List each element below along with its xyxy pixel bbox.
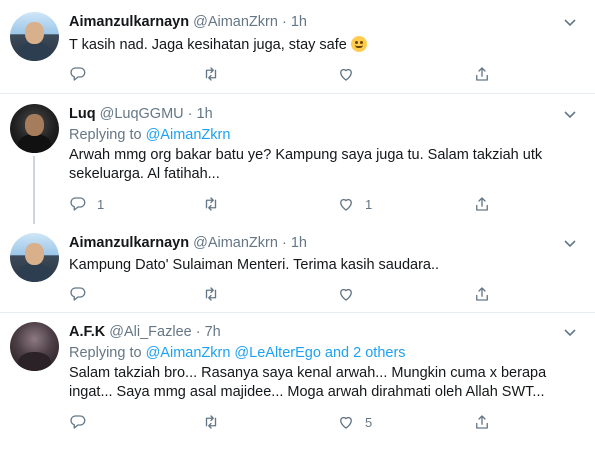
chevron-down-icon[interactable] bbox=[562, 106, 578, 122]
separator-dot: · bbox=[195, 324, 201, 340]
share-button[interactable] bbox=[473, 194, 491, 214]
tweet-header: Aimanzulkarnayn @AimanZkrn · 1h bbox=[69, 13, 307, 31]
replying-to: Replying to @AimanZkrn @LeAlterEgo and 2… bbox=[69, 344, 406, 362]
avatar-face bbox=[25, 243, 44, 265]
user-handle[interactable]: @AimanZkrn bbox=[193, 235, 278, 251]
like-button[interactable]: 1 bbox=[337, 194, 372, 214]
tweet-actions: 5 bbox=[69, 412, 509, 432]
like-icon bbox=[340, 198, 352, 211]
share-button[interactable] bbox=[473, 412, 491, 432]
tweet-actions bbox=[69, 64, 509, 84]
avatar-face bbox=[25, 114, 44, 136]
retweet-icon bbox=[205, 197, 217, 211]
chevron-down-icon[interactable] bbox=[562, 14, 578, 30]
like-count: 5 bbox=[365, 414, 373, 430]
timestamp[interactable]: 1h bbox=[197, 106, 213, 122]
tweet-header: Aimanzulkarnayn @AimanZkrn · 1h bbox=[69, 234, 307, 252]
tweet-actions bbox=[69, 284, 509, 304]
avatar-figure bbox=[18, 134, 51, 153]
timestamp[interactable]: 7h bbox=[205, 324, 221, 340]
tweet-text: Arwah mmg org bakar batu ye? Kampung say… bbox=[69, 147, 543, 182]
retweet-button[interactable] bbox=[202, 284, 230, 304]
share-icon bbox=[476, 287, 488, 301]
retweet-button[interactable] bbox=[202, 194, 230, 214]
tweet-actions: 1 1 bbox=[69, 194, 509, 214]
retweet-button[interactable] bbox=[202, 412, 230, 432]
user-handle[interactable]: @Ali_Fazlee bbox=[109, 324, 191, 340]
reply-button[interactable]: 1 bbox=[69, 194, 104, 214]
like-button[interactable]: 5 bbox=[337, 412, 372, 432]
retweet-button[interactable] bbox=[202, 64, 230, 84]
avatar-figure bbox=[18, 263, 51, 282]
avatar[interactable] bbox=[10, 233, 59, 282]
replying-to-link[interactable]: @AimanZkrn @LeAlterEgo and 2 others bbox=[146, 345, 406, 361]
reply-button[interactable] bbox=[69, 412, 97, 432]
replying-to-label: Replying to bbox=[69, 345, 142, 361]
like-icon bbox=[340, 288, 352, 301]
display-name[interactable]: Aimanzulkarnayn bbox=[69, 14, 189, 30]
separator-dot: · bbox=[187, 106, 193, 122]
share-icon bbox=[476, 197, 488, 211]
tweet-1[interactable]: Aimanzulkarnayn @AimanZkrn · 1h T kasih … bbox=[0, 0, 595, 93]
like-button[interactable] bbox=[337, 284, 365, 304]
reply-icon bbox=[70, 197, 86, 211]
user-handle[interactable]: @LuqGGMU bbox=[100, 106, 184, 122]
display-name[interactable]: Luq bbox=[69, 106, 96, 122]
thread-line bbox=[33, 156, 35, 224]
tweet-3[interactable]: Aimanzulkarnayn @AimanZkrn · 1h Kampung … bbox=[0, 224, 595, 312]
like-button[interactable] bbox=[337, 64, 365, 84]
share-icon bbox=[476, 67, 488, 81]
chevron-down-icon[interactable] bbox=[562, 324, 578, 340]
user-handle[interactable]: @AimanZkrn bbox=[193, 14, 278, 30]
reply-icon bbox=[70, 67, 86, 81]
separator-dot: · bbox=[281, 14, 287, 30]
like-icon bbox=[340, 68, 352, 81]
tweet-4[interactable]: A.F.K @Ali_Fazlee · 7h Replying to @Aima… bbox=[0, 313, 595, 450]
reply-button[interactable] bbox=[69, 64, 97, 84]
avatar[interactable] bbox=[10, 322, 59, 371]
separator-dot: · bbox=[281, 235, 287, 251]
chevron-down-icon[interactable] bbox=[562, 235, 578, 251]
retweet-icon bbox=[205, 415, 217, 429]
avatar-figure bbox=[18, 42, 51, 61]
replying-to-label: Replying to bbox=[69, 127, 142, 143]
display-name[interactable]: A.F.K bbox=[69, 324, 105, 340]
display-name[interactable]: Aimanzulkarnayn bbox=[69, 235, 189, 251]
reply-button[interactable] bbox=[69, 284, 97, 304]
tweet-text: Salam takziah bro... Rasanya saya kenal … bbox=[69, 365, 547, 400]
avatar[interactable] bbox=[10, 12, 59, 61]
tweet-header: Luq @LuqGGMU · 1h bbox=[69, 105, 213, 123]
tweet-2[interactable]: Luq @LuqGGMU · 1h Replying to @AimanZkrn… bbox=[0, 94, 595, 224]
tweet-header: A.F.K @Ali_Fazlee · 7h bbox=[69, 323, 221, 341]
retweet-icon bbox=[205, 67, 217, 81]
avatar-figure bbox=[18, 352, 51, 371]
avatar-face bbox=[25, 22, 44, 44]
tweet-text-body: T kasih nad. Jaga kesihatan juga, stay s… bbox=[69, 37, 347, 53]
timestamp[interactable]: 1h bbox=[291, 235, 307, 251]
reply-count: 1 bbox=[97, 196, 105, 212]
timestamp[interactable]: 1h bbox=[291, 14, 307, 30]
like-count: 1 bbox=[365, 196, 373, 212]
reply-icon bbox=[70, 415, 86, 429]
avatar[interactable] bbox=[10, 104, 59, 153]
like-icon bbox=[340, 416, 352, 429]
smiling-face-icon bbox=[350, 36, 367, 52]
tweet-text: Kampung Dato' Sulaiman Menteri. Terima k… bbox=[69, 257, 440, 273]
share-button[interactable] bbox=[473, 64, 491, 84]
replying-to-link[interactable]: @AimanZkrn bbox=[146, 127, 231, 143]
tweet-text: T kasih nad. Jaga kesihatan juga, stay s… bbox=[69, 36, 574, 55]
reply-icon bbox=[70, 287, 86, 301]
replying-to: Replying to @AimanZkrn bbox=[69, 126, 230, 144]
retweet-icon bbox=[205, 287, 217, 301]
share-icon bbox=[476, 415, 488, 429]
share-button[interactable] bbox=[473, 284, 491, 304]
